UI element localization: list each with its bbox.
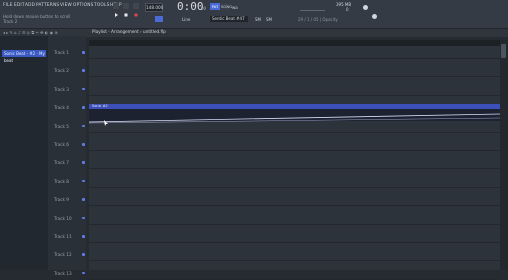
menu-options[interactable]: OPTIONS — [73, 3, 94, 8]
track-label[interactable]: Track 2 — [54, 68, 69, 73]
track-label[interactable]: Track 9 — [54, 197, 69, 202]
scroll-thumb[interactable] — [501, 44, 506, 58]
track-mute-dot[interactable] — [82, 87, 85, 91]
pat-mode-button[interactable]: PAT — [210, 3, 220, 10]
menu-view[interactable]: VIEW — [60, 3, 72, 8]
track-mute-dot[interactable] — [82, 179, 85, 183]
song-mode-button[interactable]: SONG — [221, 3, 232, 10]
track-row-divider — [89, 150, 500, 151]
stop-icon — [124, 13, 128, 17]
track-row-divider — [89, 76, 500, 78]
pattern-browser — [0, 36, 48, 270]
track-row-divider — [89, 242, 500, 243]
time-ticks: 00 — [201, 6, 207, 11]
menu-edit[interactable]: EDIT — [14, 3, 25, 8]
track-label[interactable]: Track 13 — [54, 271, 72, 276]
track-row-divider — [89, 186, 500, 188]
menu-file[interactable]: FILE — [3, 3, 13, 8]
track-row-divider — [89, 205, 500, 207]
track-row-divider — [89, 94, 500, 96]
track-row-divider — [89, 223, 500, 225]
menu-tools[interactable]: TOOLS — [94, 3, 110, 8]
stop-button[interactable] — [123, 3, 129, 17]
record-button[interactable] — [133, 3, 139, 17]
track-label[interactable]: Track 10 — [54, 216, 72, 221]
menu-add[interactable]: ADD — [25, 3, 35, 8]
info-readout: 29 / 1 / 05 | Opacity — [298, 17, 338, 22]
mouse-cursor — [104, 111, 108, 130]
breadcrumb: Playlist - Arrangement › untitled.flp — [92, 29, 166, 34]
track-label[interactable]: Track 4 — [54, 105, 69, 110]
track-label[interactable]: Track 3 — [54, 87, 69, 92]
toolbar-button-2[interactable]: SM — [266, 17, 272, 22]
track-row-divider — [89, 58, 500, 59]
track-row-divider — [89, 131, 500, 133]
tempo-display[interactable]: 148.000 — [145, 3, 163, 12]
toolbar-button-1[interactable]: SM — [255, 17, 261, 22]
track-mute-dot[interactable] — [82, 198, 85, 201]
pattern-item[interactable]: Sonic Beat - #2 · My beat — [2, 50, 46, 63]
pattern-selector[interactable]: Sentic Beat #47 — [210, 16, 248, 22]
track-label[interactable]: Track 7 — [54, 160, 69, 165]
playlist-grid[interactable] — [89, 40, 500, 270]
track-mute-dot[interactable] — [82, 124, 85, 128]
track-mute-dot[interactable] — [82, 216, 85, 220]
record-icon — [134, 13, 138, 17]
track-mute-dot[interactable] — [82, 271, 85, 275]
snap-label[interactable]: Line — [182, 17, 190, 22]
track-label[interactable]: Track 11 — [54, 234, 72, 239]
track-mute-dot[interactable] — [82, 253, 85, 256]
track-label[interactable]: Track 5 — [54, 124, 69, 129]
cpu-readout: 0 — [346, 7, 349, 12]
settings-icon[interactable] — [372, 14, 377, 19]
track-mute-dot[interactable] — [82, 161, 85, 164]
song-time-display: 0:00 — [177, 0, 204, 13]
track-label[interactable]: Track 8 — [54, 179, 69, 184]
master-volume-slider[interactable] — [300, 10, 325, 11]
play-icon — [115, 13, 118, 17]
track-mute-dot[interactable] — [82, 106, 85, 109]
waveform-line — [88, 113, 501, 124]
snap-toggle[interactable] — [155, 16, 163, 22]
wave-label: wa — [232, 5, 238, 10]
track-label[interactable]: Track 1 — [54, 50, 69, 55]
track-mute-dot[interactable] — [82, 143, 85, 146]
menu-patterns[interactable]: PATTERNS — [36, 3, 59, 8]
track-row-divider — [89, 168, 500, 170]
track-mute-dot[interactable] — [82, 235, 85, 238]
play-button[interactable] — [113, 3, 119, 17]
pitch-knob[interactable] — [363, 5, 368, 10]
hint-track: Track 2 — [3, 19, 18, 24]
track-row-divider — [89, 260, 500, 262]
track-mute-dot[interactable] — [82, 51, 85, 54]
track-mute-dot[interactable] — [82, 69, 85, 72]
timeline-ruler[interactable] — [89, 40, 500, 46]
track-label[interactable]: Track 12 — [54, 252, 72, 257]
vertical-scrollbar[interactable] — [500, 40, 508, 270]
track-label[interactable]: Track 6 — [54, 142, 69, 147]
browser-tools[interactable]: ◂ ▸ ✎ ⌂ ♪ ☰ ◎ ⧉ ✂ ✥ ◐ ◉ ⊕ — [3, 30, 58, 35]
clip-waveform[interactable] — [88, 109, 501, 124]
